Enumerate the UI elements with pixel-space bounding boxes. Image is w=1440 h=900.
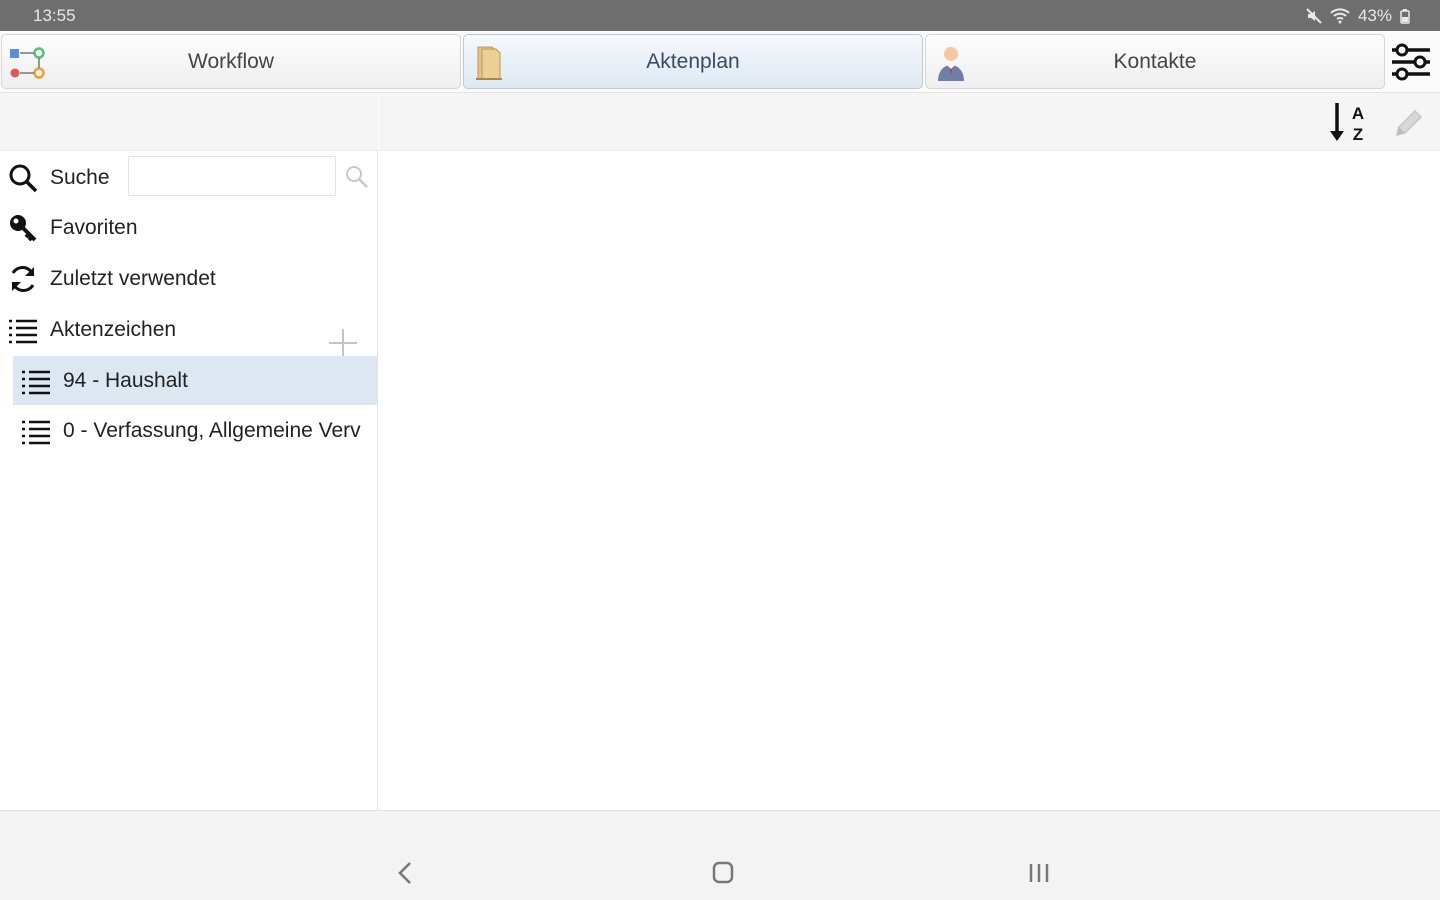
nav-favorites[interactable]: Favoriten [0,205,378,251]
tab-aktenplan[interactable]: Aktenplan [463,34,923,89]
battery-text: 43% [1357,6,1392,25]
contact-person-icon [938,45,964,81]
system-nav-bar [0,810,1440,900]
content-toolbar: A Z [379,93,1440,151]
nav-search-label: Suche [50,166,110,189]
battery-icon [1400,9,1410,24]
nav-aktenzeichen-label: Aktenzeichen [50,318,177,341]
svg-text:Z: Z [1353,125,1363,144]
nav-favorites-label: Favoriten [50,216,138,239]
nav-recent-label: Zuletzt verwendet [50,267,216,290]
list-icon [19,364,53,398]
mute-icon [1306,8,1322,24]
add-icon[interactable] [327,327,359,359]
tab-workflow[interactable]: Workflow [1,34,461,89]
recents-icon[interactable] [1019,855,1059,891]
list-icon [19,414,53,448]
left-panel-header [0,93,378,151]
status-time: 13:55 [33,6,76,25]
tab-workflow-label: Workflow [188,49,274,73]
svg-text:A: A [1352,104,1364,123]
nav-recent[interactable]: Zuletzt verwendet [0,256,378,302]
search-icon [6,161,40,195]
pencil-icon[interactable] [1391,105,1427,141]
folder-icon [476,46,502,80]
tab-kontakte[interactable]: Kontakte [925,34,1385,89]
status-bar: 13:55 43% [0,0,1440,31]
refresh-icon [6,262,40,296]
settings-sliders-icon[interactable] [1388,36,1434,88]
back-icon[interactable] [386,855,426,891]
tab-kontakte-label: Kontakte [1113,49,1197,73]
home-icon[interactable] [703,855,743,891]
tree-item-haushalt[interactable]: 94 - Haushalt [13,356,378,405]
wifi-icon [1330,8,1350,24]
tree-item-label: 0 - Verfassung, Allgemeine Verv [63,418,361,442]
tree-item-label: 94 - Haushalt [63,368,188,392]
tree-item-verfassung[interactable]: 0 - Verfassung, Allgemeine Verv [13,406,378,455]
workflow-icon [10,47,45,79]
tab-aktenplan-label: Aktenplan [646,49,740,73]
sort-az-icon[interactable]: A Z [1327,99,1371,145]
key-icon [6,211,40,245]
system-icons: 43% [1306,6,1410,26]
nav-aktenzeichen[interactable]: Aktenzeichen [0,307,378,353]
top-tab-bar: Workflow Aktenplan Kontakte [0,31,1440,93]
search-go-icon[interactable] [343,163,371,191]
list-icon [6,313,40,347]
search-input[interactable] [128,156,336,196]
left-panel: Suche Favoriten Zuletzt verwendet Aktenz… [0,93,378,810]
content-panel: A Z [379,93,1440,810]
